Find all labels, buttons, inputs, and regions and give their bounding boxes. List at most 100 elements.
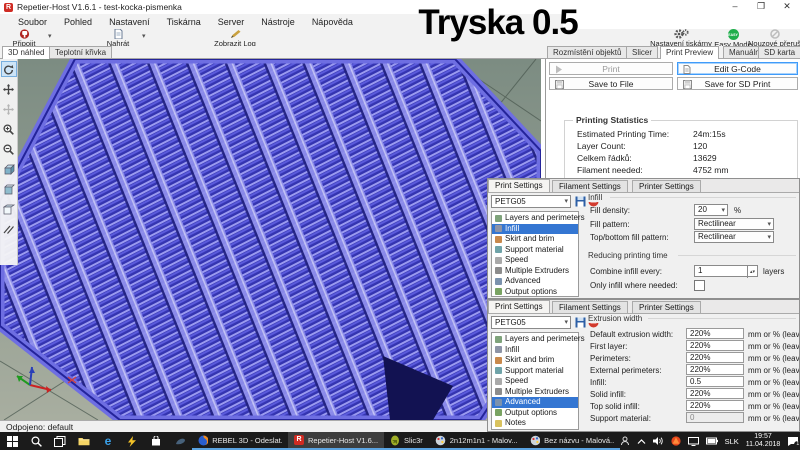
save-for-sd-button[interactable]: Save for SD Print bbox=[677, 77, 798, 90]
rotate-view-tool[interactable] bbox=[1, 61, 17, 77]
top-bottom-pattern-combo[interactable]: Rectilinear▾ bbox=[694, 231, 774, 243]
battery-icon[interactable] bbox=[706, 437, 718, 445]
tree-item[interactable]: Output options bbox=[492, 287, 578, 298]
tree-item[interactable]: Output options bbox=[492, 408, 578, 419]
tree-item[interactable]: Skirt and brim bbox=[492, 234, 578, 245]
menu-tiskarna[interactable]: Tiskárna bbox=[167, 17, 201, 27]
extrusion-input[interactable]: 220% bbox=[686, 364, 744, 375]
extrusion-input[interactable]: 0.5 bbox=[686, 376, 744, 387]
front-view-tool[interactable] bbox=[1, 181, 17, 197]
network-display-icon[interactable] bbox=[688, 437, 699, 446]
antivirus-icon[interactable] bbox=[671, 436, 681, 446]
iso-view-tool[interactable] bbox=[1, 161, 17, 177]
spinner-arrows[interactable]: ▴▾ bbox=[747, 266, 757, 278]
3d-viewport[interactable] bbox=[0, 59, 541, 420]
tree-item[interactable]: Multiple Extruders bbox=[492, 387, 578, 398]
tab-sd-karta[interactable]: SD karta bbox=[758, 46, 800, 58]
tab-print-settings[interactable]: Print Settings bbox=[488, 300, 550, 313]
edge-icon[interactable]: e bbox=[96, 432, 120, 450]
save-profile-icon[interactable] bbox=[575, 196, 586, 207]
tree-item[interactable]: Skirt and brim bbox=[492, 355, 578, 366]
close-button[interactable]: ✕ bbox=[774, 0, 800, 14]
tab-rozmisteni-objektu[interactable]: Rozmístění objektů bbox=[547, 46, 627, 58]
zoom-out-tool[interactable] bbox=[1, 141, 17, 157]
tray-expand-chevron-icon[interactable] bbox=[637, 438, 646, 445]
printer-settings-button[interactable]: Nastavení tiskárny bbox=[645, 29, 717, 46]
move-object-tool[interactable] bbox=[1, 101, 17, 117]
tab-filament-settings[interactable]: Filament Settings bbox=[552, 180, 628, 192]
parallel-projection-tool[interactable] bbox=[1, 221, 17, 237]
extrusion-input[interactable]: 220% bbox=[686, 388, 744, 399]
volume-icon[interactable] bbox=[653, 436, 664, 446]
tab-print-preview[interactable]: Print Preview bbox=[660, 46, 719, 59]
emergency-stop-button[interactable]: Nouzové přerušení bbox=[748, 29, 800, 46]
combine-infill-input[interactable]: 1▴▾ bbox=[694, 265, 758, 277]
extrusion-input[interactable]: 220% bbox=[686, 352, 744, 363]
extrusion-input[interactable]: 220% bbox=[686, 328, 744, 339]
menu-nastroje[interactable]: Nástroje bbox=[261, 17, 295, 27]
extrusion-input[interactable]: 220% bbox=[686, 340, 744, 351]
fill-density-combo[interactable]: 20▾ bbox=[694, 204, 728, 216]
tree-item[interactable]: Layers and perimeters bbox=[492, 334, 578, 345]
edit-gcode-button[interactable]: Edit G-Code bbox=[677, 62, 798, 75]
only-infill-checkbox[interactable] bbox=[694, 280, 705, 291]
top-view-tool[interactable] bbox=[1, 201, 17, 217]
extrusion-input[interactable]: 220% bbox=[686, 400, 744, 411]
minimize-button[interactable]: – bbox=[722, 0, 748, 14]
tree-item-selected[interactable]: Advanced bbox=[492, 397, 578, 408]
tab-print-settings[interactable]: Print Settings bbox=[488, 179, 550, 192]
tree-item[interactable]: Infill bbox=[492, 345, 578, 356]
profile-combo[interactable]: PETG05▾ bbox=[491, 195, 571, 208]
taskbar-window-paint-2[interactable]: Bez názvu - Malová... bbox=[524, 432, 620, 450]
tree-item-selected[interactable]: Infill bbox=[492, 224, 578, 235]
tree-item[interactable]: Support material bbox=[492, 366, 578, 377]
people-icon[interactable] bbox=[620, 436, 630, 446]
task-view-icon[interactable] bbox=[48, 432, 72, 450]
load-button[interactable]: Nahrát bbox=[96, 29, 140, 46]
maximize-button[interactable]: ❐ bbox=[748, 0, 774, 14]
tree-item[interactable]: Speed bbox=[492, 255, 578, 266]
easy-mode-button[interactable]: EASY Easy Mode bbox=[713, 29, 753, 46]
menu-server[interactable]: Server bbox=[218, 17, 245, 27]
store-icon[interactable] bbox=[144, 432, 168, 450]
connect-dropdown-caret[interactable]: ▾ bbox=[48, 32, 52, 40]
tab-teplotni-krivka[interactable]: Teplotní křivka bbox=[49, 46, 112, 58]
tab-printer-settings[interactable]: Printer Settings bbox=[632, 301, 701, 313]
app-icon[interactable] bbox=[168, 432, 192, 450]
connect-button[interactable]: Připojit bbox=[2, 29, 46, 46]
show-log-button[interactable]: Zobrazit Log bbox=[185, 29, 285, 46]
save-profile-icon[interactable] bbox=[575, 317, 586, 328]
menu-pohled[interactable]: Pohled bbox=[64, 17, 92, 27]
menu-napoveda[interactable]: Nápověda bbox=[312, 17, 353, 27]
tree-item[interactable]: Advanced bbox=[492, 276, 578, 287]
zoom-in-tool[interactable] bbox=[1, 121, 17, 137]
fill-pattern-combo[interactable]: Rectilinear▾ bbox=[694, 218, 774, 230]
print-button[interactable]: Print bbox=[549, 62, 673, 75]
tab-filament-settings[interactable]: Filament Settings bbox=[552, 301, 628, 313]
action-center-icon[interactable]: 1 bbox=[787, 436, 799, 447]
taskbar-window-paint-1[interactable]: 2n12m1n1 - Malov... bbox=[429, 432, 524, 450]
taskbar-window-repetier[interactable]: R Repetier-Host V1.6... bbox=[288, 432, 384, 450]
taskbar-window-slic3r[interactable]: Slic3r bbox=[384, 432, 429, 450]
tab-3d-nahled[interactable]: 3D náhled bbox=[2, 46, 50, 59]
load-dropdown-caret[interactable]: ▾ bbox=[142, 32, 146, 40]
file-explorer-icon[interactable] bbox=[72, 432, 96, 450]
language-indicator[interactable]: SLK bbox=[725, 437, 739, 446]
tree-item[interactable]: Multiple Extruders bbox=[492, 266, 578, 277]
taskbar-window-firefox[interactable]: REBEL 3D - Odeslat... bbox=[192, 432, 288, 450]
search-icon[interactable] bbox=[24, 432, 48, 450]
tree-item[interactable]: Speed bbox=[492, 376, 578, 387]
clock[interactable]: 19:57 11.04.2018 bbox=[746, 433, 781, 449]
menu-nastaveni[interactable]: Nastavení bbox=[109, 17, 150, 27]
start-button[interactable] bbox=[0, 432, 24, 450]
tab-printer-settings[interactable]: Printer Settings bbox=[632, 180, 701, 192]
tab-slicer[interactable]: Slicer bbox=[626, 46, 658, 58]
tree-item[interactable]: Layers and perimeters bbox=[492, 213, 578, 224]
profile-combo[interactable]: PETG05▾ bbox=[491, 316, 571, 329]
move-view-tool[interactable] bbox=[1, 81, 17, 97]
menu-soubor[interactable]: Soubor bbox=[18, 17, 47, 27]
lightning-app-icon[interactable] bbox=[120, 432, 144, 450]
save-to-file-button[interactable]: Save to File bbox=[549, 77, 673, 90]
tree-item[interactable]: Notes bbox=[492, 418, 578, 429]
tree-item[interactable]: Support material bbox=[492, 245, 578, 256]
